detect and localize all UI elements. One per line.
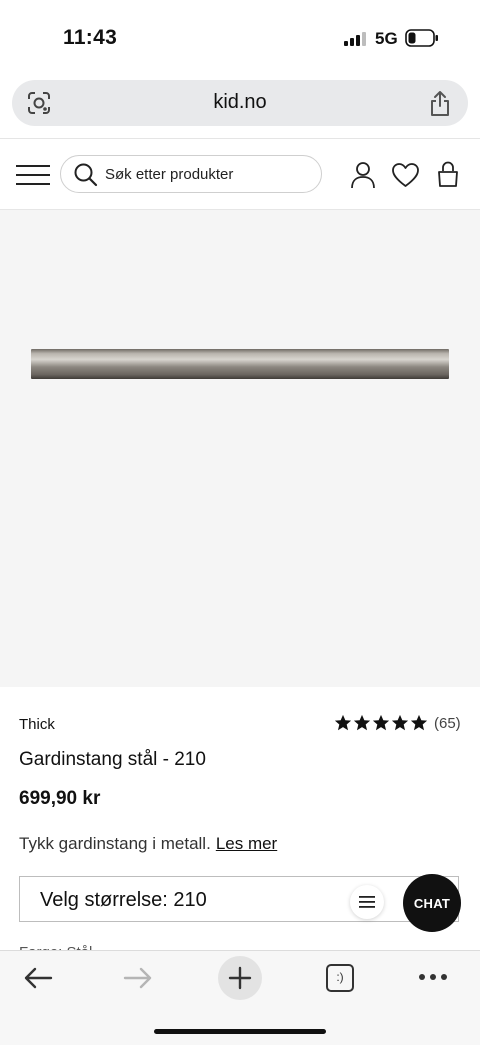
network-type: 5G xyxy=(375,29,398,48)
search-placeholder: Søk etter produkter xyxy=(105,166,234,183)
search-icon xyxy=(74,163,98,187)
star-icon xyxy=(334,714,352,731)
new-tab-button[interactable] xyxy=(218,956,262,1000)
account-icon[interactable] xyxy=(350,161,376,189)
more-icon[interactable] xyxy=(418,971,448,983)
size-select[interactable]: Velg størrelse: 210 xyxy=(19,876,459,922)
product-description: Tykk gardinstang i metall. Les mer xyxy=(19,834,277,854)
star-icon xyxy=(372,714,390,731)
heart-icon[interactable] xyxy=(391,162,420,188)
tabs-count: :) xyxy=(336,970,344,984)
tabs-button[interactable]: :) xyxy=(325,963,355,993)
list-icon xyxy=(359,896,375,908)
site-header: Søk etter produkter xyxy=(0,139,480,209)
search-input[interactable]: Søk etter produkter xyxy=(60,155,322,193)
curtain-rod-image xyxy=(31,349,449,379)
review-count: (65) xyxy=(434,715,461,732)
share-icon[interactable] xyxy=(428,89,452,117)
description-text: Tykk gardinstang i metall. xyxy=(19,834,211,853)
star-icon xyxy=(353,714,371,731)
hamburger-menu-icon[interactable] xyxy=(16,162,52,188)
address-bar[interactable]: kid.no xyxy=(12,80,468,126)
product-rating[interactable]: (65) xyxy=(334,714,461,736)
product-brand[interactable]: Thick xyxy=(19,716,55,733)
battery-icon xyxy=(405,29,438,47)
chat-label: CHAT xyxy=(413,896,451,911)
product-price: 699,90 kr xyxy=(19,788,101,809)
rating-stars xyxy=(334,714,428,732)
star-icon xyxy=(391,714,409,731)
chat-button[interactable]: CHAT xyxy=(403,874,461,932)
home-indicator xyxy=(154,1029,326,1034)
star-icon xyxy=(410,714,428,731)
browser-toolbar: :) xyxy=(0,950,480,1045)
shopping-bag-icon[interactable] xyxy=(437,161,459,188)
status-time: 11:43 xyxy=(63,26,118,49)
size-select-label: Velg størrelse: 210 xyxy=(40,889,207,911)
product-title: Gardinstang stål - 210 xyxy=(19,749,206,770)
read-more-link[interactable]: Les mer xyxy=(216,834,277,853)
product-image[interactable] xyxy=(0,209,480,687)
url-text[interactable]: kid.no xyxy=(12,91,468,114)
status-bar: 11:43 5G xyxy=(0,0,480,78)
plus-icon xyxy=(228,966,252,990)
forward-arrow-icon[interactable] xyxy=(122,964,154,992)
list-button[interactable] xyxy=(350,885,384,919)
back-arrow-icon[interactable] xyxy=(22,964,54,992)
signal-icon xyxy=(344,32,366,46)
